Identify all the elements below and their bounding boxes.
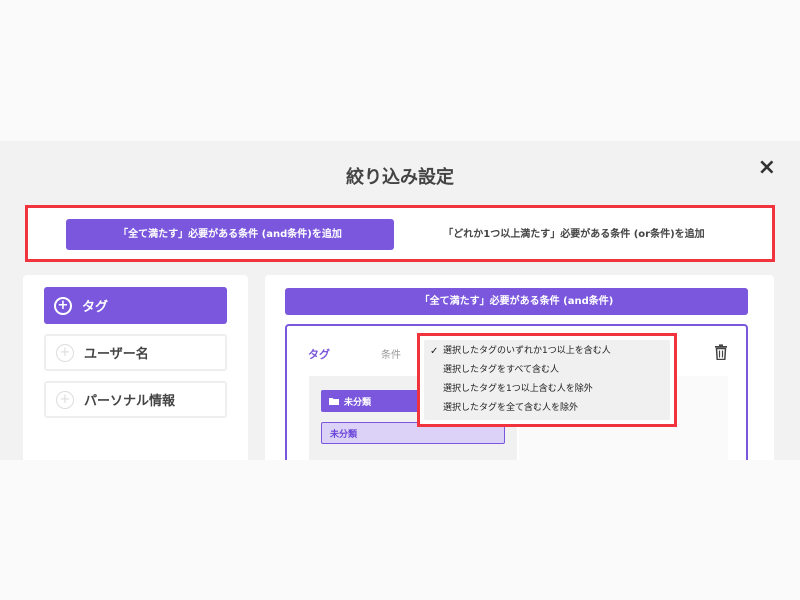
sidebar-item-username[interactable]: + ユーザー名 [44,334,227,371]
sidebar-item-tag[interactable]: + タグ [44,287,227,324]
sidebar-item-label: ユーザー名 [84,347,149,362]
check-icon: ✓ [430,346,439,357]
sidebar-item-label: タグ [82,300,109,315]
sidebar-item-personal-info[interactable]: + パーソナル情報 [44,381,227,418]
sidebar-item-label: パーソナル情報 [84,394,176,409]
filter-settings-modal: 絞り込み設定 × 「全て満たす」必要がある条件 (and条件)を追加 「どれか1… [0,141,800,460]
dropdown-option-any[interactable]: ✓ 選択したタグのいずれか1つ以上を含む人 [424,342,670,361]
trash-icon[interactable] [714,344,728,360]
condition-mode-selector: 「全て満たす」必要がある条件 (and条件)を追加 「どれか1つ以上満たす」必要… [25,205,775,262]
dropdown-option-label: 選択したタグをすべて含む人 [443,365,560,375]
dropdown-option-exclude-any[interactable]: 選択したタグを1つ以上含む人を除外 [424,380,670,399]
close-icon[interactable]: × [758,157,776,179]
dropdown-option-all[interactable]: 選択したタグをすべて含む人 [424,361,670,380]
add-or-condition-button[interactable]: 「どれか1つ以上満たす」必要がある条件 (or条件)を追加 [408,219,740,250]
dropdown-option-label: 選択したタグを全て含む人を除外 [443,403,579,413]
condition-type-label: タグ [308,348,330,361]
condition-type-sidebar: + タグ + ユーザー名 + パーソナル情報 [23,275,248,460]
dropdown-option-exclude-all[interactable]: 選択したタグを全て含む人を除外 [424,399,670,418]
and-condition-header: 「全て満たす」必要がある条件 (and条件) [285,288,748,315]
folder-label: 未分類 [344,397,372,408]
dropdown-option-label: 選択したタグを1つ以上含む人を除外 [443,384,593,394]
plus-circle-icon: + [56,390,74,409]
condition-rule-dropdown: ✓ 選択したタグのいずれか1つ以上を含む人 選択したタグをすべて含む人 選択した… [424,340,670,420]
folder-icon [329,398,339,405]
dropdown-option-label: 選択したタグのいずれか1つ以上を含む人 [443,346,611,356]
plus-circle-icon: + [56,343,74,362]
add-and-condition-button[interactable]: 「全て満たす」必要がある条件 (and条件)を追加 [66,219,394,250]
plus-circle-icon: + [54,296,72,315]
condition-rule-label: 条件 [381,350,401,361]
modal-title: 絞り込み設定 [346,167,454,188]
condition-rule-dropdown-highlight: ✓ 選択したタグのいずれか1つ以上を含む人 選択したタグをすべて含む人 選択した… [417,333,677,427]
